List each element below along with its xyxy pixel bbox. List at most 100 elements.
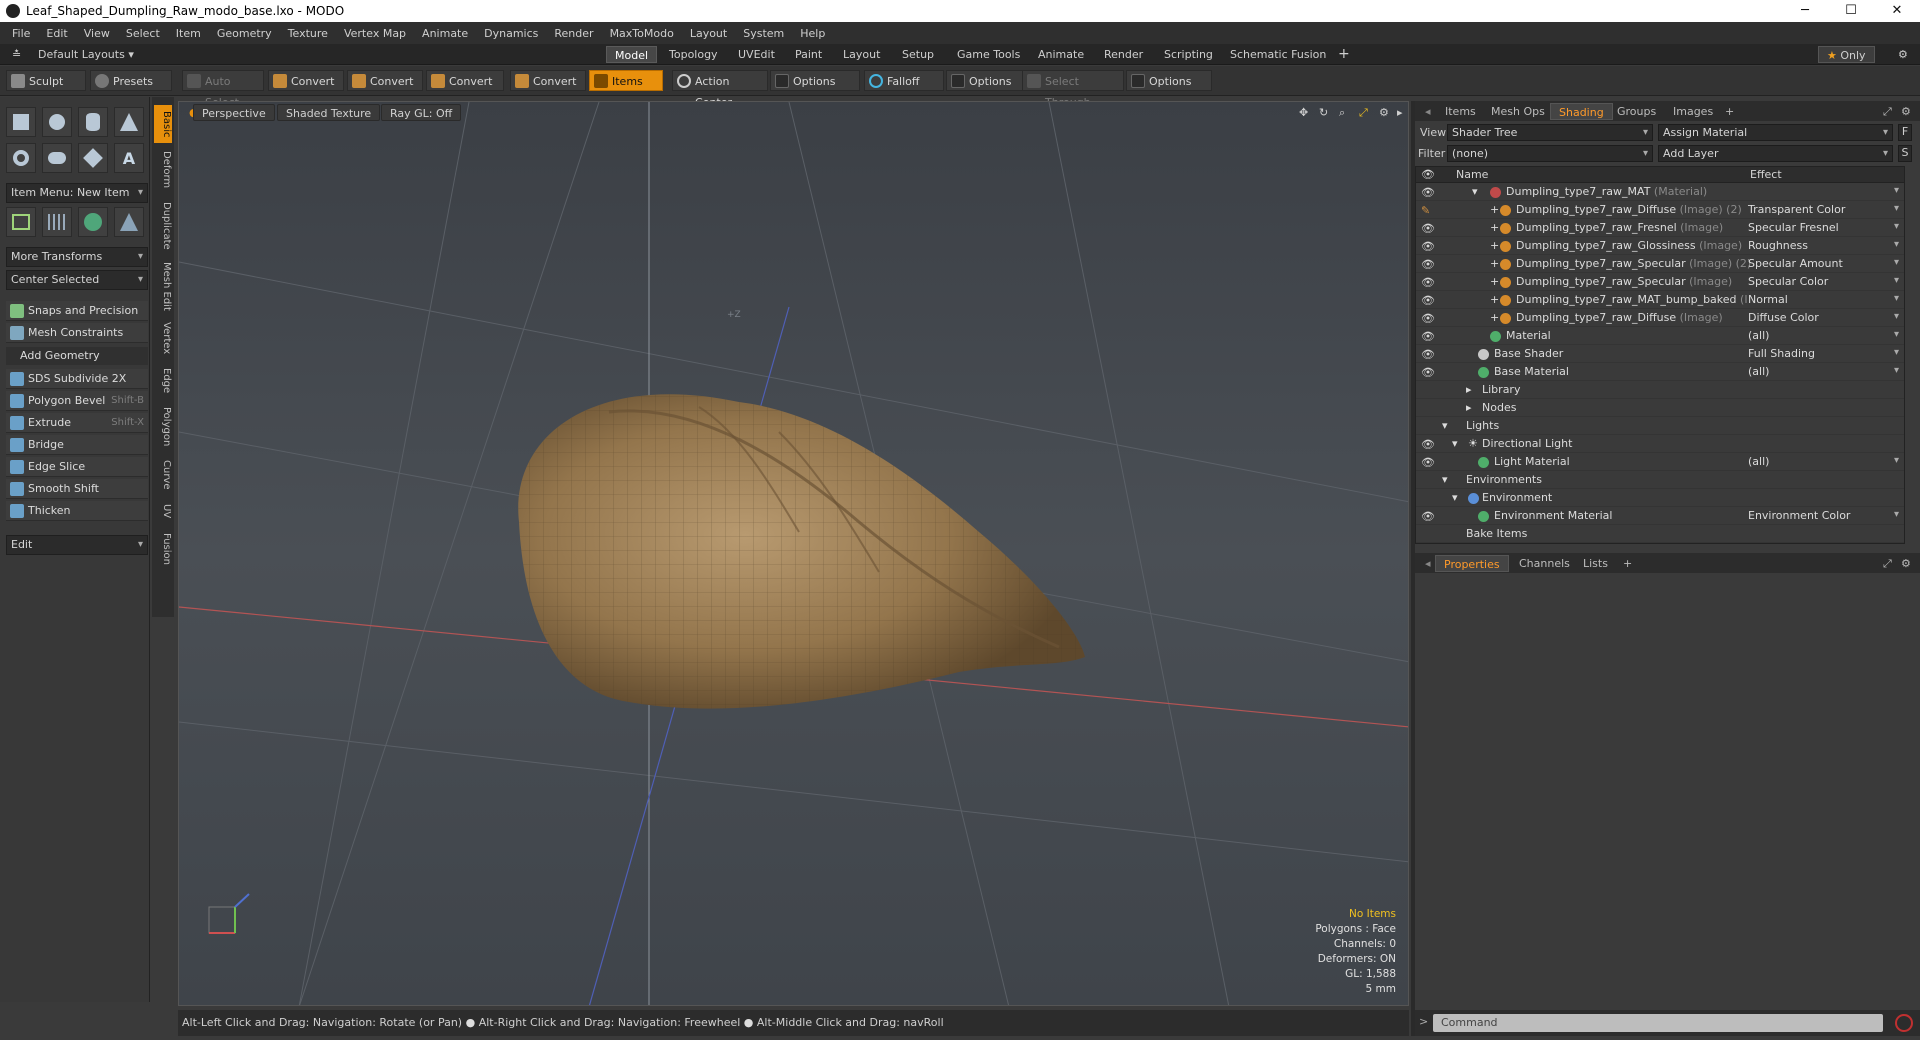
action-center-options-button[interactable]: Options <box>770 70 860 91</box>
effect-dropdown[interactable]: Environment Color ▾ <box>1748 509 1903 522</box>
tree-row[interactable]: 👁 + Dumpling_type7_raw_Fresnel (Image) S… <box>1416 219 1904 237</box>
eye-icon[interactable]: 👁 <box>1421 348 1435 361</box>
select-through-button[interactable]: Select Through <box>1022 70 1124 109</box>
s-button[interactable]: S <box>1898 145 1912 162</box>
tree-row[interactable]: ▾ Environment <box>1416 489 1904 507</box>
menu-system[interactable]: System <box>735 27 792 40</box>
menu-edit[interactable]: Edit <box>38 27 75 40</box>
tree-row[interactable]: 👁 Light Material (all) ▾ <box>1416 453 1904 471</box>
tree-row[interactable]: 👁 + Dumpling_type7_raw_Diffuse (Image) D… <box>1416 309 1904 327</box>
name-column-header[interactable]: Name <box>1456 168 1488 181</box>
tree-row[interactable]: ▾ Environments <box>1416 471 1904 489</box>
tree-row[interactable]: 👁 + Dumpling_type7_raw_Specular (Image) … <box>1416 273 1904 291</box>
sculpt-button[interactable]: Sculpt <box>6 70 86 91</box>
vtab-deform[interactable]: Deform <box>154 147 172 193</box>
menu-texture[interactable]: Texture <box>280 27 336 40</box>
f-button[interactable]: F <box>1898 124 1912 141</box>
shading-dropdown[interactable]: Shaded Texture <box>277 104 381 121</box>
menu-select[interactable]: Select <box>118 27 168 40</box>
edit-dropdown[interactable]: Edit <box>6 535 148 555</box>
expand-plus-icon[interactable]: + <box>1490 257 1499 270</box>
convert-polygons-button[interactable]: Convert <box>426 70 504 91</box>
tab-lists[interactable]: Lists <box>1575 555 1616 572</box>
convert-materials-button[interactable]: Convert <box>510 70 586 91</box>
falloff-options-button[interactable]: Options <box>946 70 1026 91</box>
effect-dropdown[interactable]: Specular Amount ▾ <box>1748 257 1903 270</box>
default-layouts-dropdown[interactable]: Default Layouts ▾ <box>30 46 142 63</box>
presets-button[interactable]: Presets F6 <box>90 70 172 109</box>
perspective-dropdown[interactable]: Perspective <box>193 104 275 121</box>
cylinder-primitive-button[interactable] <box>78 107 108 137</box>
tab-animate[interactable]: Animate <box>1030 46 1092 63</box>
vtab-polygon[interactable]: Polygon <box>154 403 172 451</box>
eye-icon[interactable]: 👁 <box>1421 438 1435 451</box>
tab-scripting[interactable]: Scripting <box>1156 46 1221 63</box>
tool-sds-subdivide[interactable]: SDS Subdivide 2X <box>6 369 148 389</box>
menu-geometry[interactable]: Geometry <box>209 27 280 40</box>
add-layout-tab-button[interactable]: + <box>1330 46 1358 63</box>
expand-plus-icon[interactable]: + <box>1490 221 1499 234</box>
panel-menu-icon[interactable]: ◂ <box>1417 103 1439 120</box>
tab-properties[interactable]: Properties <box>1435 555 1509 572</box>
add-geometry-header[interactable]: Add Geometry <box>6 347 148 365</box>
menu-item[interactable]: Item <box>168 27 209 40</box>
tree-row[interactable]: ▸ Library <box>1416 381 1904 399</box>
convert-vertices-button[interactable]: Convert <box>268 70 344 91</box>
pen-tool-button[interactable] <box>78 143 108 173</box>
more-transforms-dropdown[interactable]: More Transforms <box>6 247 148 267</box>
eye-icon[interactable]: 👁 <box>1421 366 1435 379</box>
tab-setup[interactable]: Setup <box>894 46 942 63</box>
tree-row[interactable]: 👁 Environment Material Environment Color… <box>1416 507 1904 525</box>
menu-maxtomodo[interactable]: MaxToModo <box>602 27 682 40</box>
add-layer-dropdown[interactable]: Add Layer <box>1658 145 1893 162</box>
effect-dropdown[interactable]: Transparent Color ▾ <box>1748 203 1903 216</box>
eye-icon[interactable]: 👁 <box>1421 222 1435 235</box>
tool-bridge[interactable]: Bridge <box>6 435 148 455</box>
eye-icon[interactable]: 👁 <box>1421 330 1435 343</box>
tab-layout[interactable]: Layout <box>835 46 888 63</box>
tab-paint[interactable]: Paint <box>787 46 830 63</box>
menu-animate[interactable]: Animate <box>414 27 476 40</box>
grid-tool-button[interactable] <box>42 207 72 237</box>
viewport-expand-icon[interactable]: ▸ <box>1389 104 1408 121</box>
effect-dropdown[interactable]: Specular Fresnel ▾ <box>1748 221 1903 234</box>
expand-plus-icon[interactable]: + <box>1490 311 1499 324</box>
eye-icon[interactable]: 👁 <box>1421 276 1435 289</box>
tool-thicken[interactable]: Thicken <box>6 501 148 521</box>
eye-icon[interactable]: 👁 <box>1421 258 1435 271</box>
tab-topology[interactable]: Topology <box>661 46 726 63</box>
expand-arrow-icon[interactable]: ▾ <box>1452 491 1458 504</box>
menu-dynamics[interactable]: Dynamics <box>476 27 546 40</box>
expand-arrow-icon[interactable]: ▾ <box>1472 185 1478 198</box>
tool-smooth-shift[interactable]: Smooth Shift <box>6 479 148 499</box>
tab-images[interactable]: Images <box>1665 103 1721 120</box>
effect-dropdown[interactable]: (all) ▾ <box>1748 455 1903 468</box>
center-selected-dropdown[interactable]: Center Selected <box>6 270 148 290</box>
tree-row[interactable]: ▾ Lights <box>1416 417 1904 435</box>
tab-shading[interactable]: Shading <box>1550 103 1613 120</box>
minimize-button[interactable]: ─ <box>1782 0 1828 22</box>
menu-vertex-map[interactable]: Vertex Map <box>336 27 414 40</box>
vtab-uv[interactable]: UV <box>154 499 172 523</box>
tree-row[interactable]: ▸ Nodes <box>1416 399 1904 417</box>
vtab-mesh-edit[interactable]: Mesh Edit <box>154 257 172 315</box>
expand-plus-icon[interactable]: + <box>1490 293 1499 306</box>
panel-gear-icon[interactable]: ⚙ <box>1893 555 1919 572</box>
falloff-button[interactable]: Falloff <box>864 70 944 91</box>
add-tab-button[interactable]: + <box>1717 103 1742 120</box>
tab-uvedit[interactable]: UVEdit <box>730 46 783 63</box>
capsule-primitive-button[interactable] <box>42 143 72 173</box>
layouts-icon[interactable]: ≛ <box>4 46 29 63</box>
effect-dropdown[interactable]: Full Shading ▾ <box>1748 347 1903 360</box>
effect-column-header[interactable]: Effect <box>1750 168 1782 181</box>
command-input[interactable]: Command <box>1433 1014 1883 1032</box>
effect-dropdown[interactable]: Diffuse Color ▾ <box>1748 311 1903 324</box>
tree-row[interactable]: 👁 ▾ Dumpling_type7_raw_MAT (Material) ▾ <box>1416 183 1904 201</box>
tool-extrude[interactable]: Extrude Shift-X <box>6 413 148 433</box>
only-button[interactable]: ★ Only <box>1818 46 1875 63</box>
vtab-edge[interactable]: Edge <box>154 363 172 399</box>
cube-primitive-button[interactable] <box>6 107 36 137</box>
eye-icon[interactable]: 👁 <box>1421 510 1435 523</box>
vtab-fusion[interactable]: Fusion <box>154 527 172 571</box>
eye-icon[interactable]: 👁 <box>1421 456 1435 469</box>
